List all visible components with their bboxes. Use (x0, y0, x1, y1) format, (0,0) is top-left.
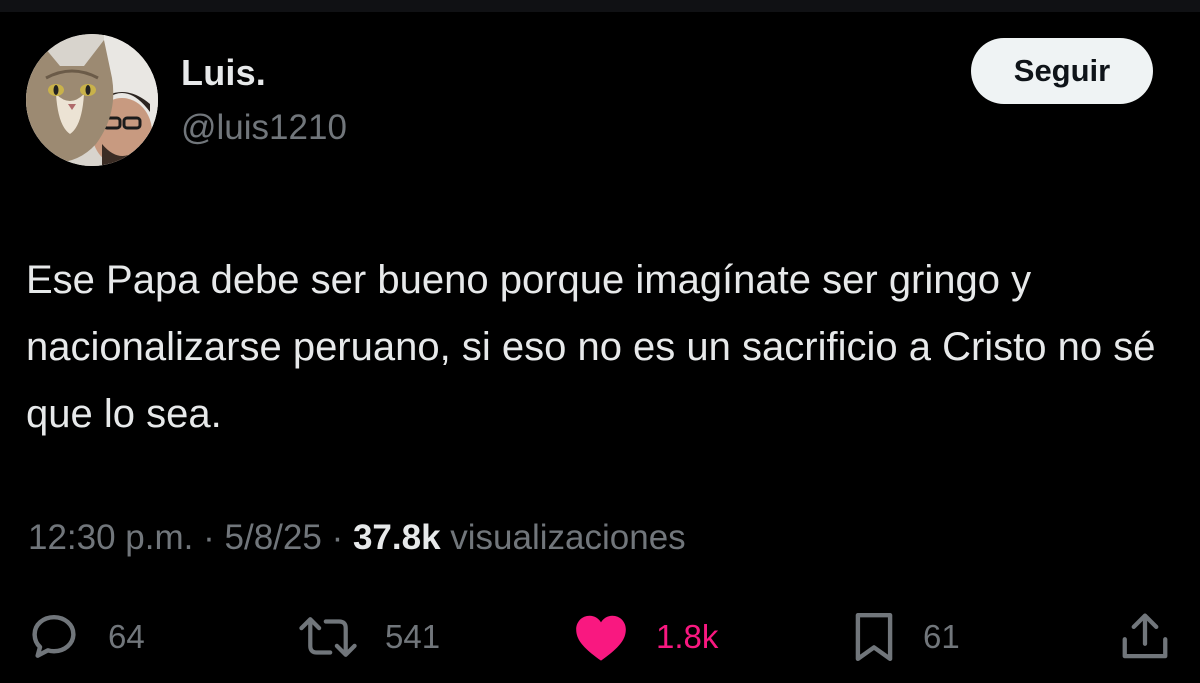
heart-icon (576, 615, 626, 661)
follow-button[interactable]: Seguir (971, 38, 1153, 104)
reply-button[interactable]: 64 (26, 605, 145, 669)
tweet-text: Ese Papa debe ser bueno porque imagínate… (26, 258, 1156, 436)
tweet-date[interactable]: 5/8/25 (225, 518, 322, 557)
tweet-time[interactable]: 12:30 p.m. (28, 518, 193, 557)
profile-photo-icon (26, 34, 158, 166)
share-icon (1122, 613, 1168, 659)
bookmark-count: 61 (923, 618, 960, 655)
reply-count: 64 (108, 618, 145, 655)
repost-count: 541 (385, 618, 441, 655)
repost-icon (299, 617, 357, 657)
display-name[interactable]: Luis. (181, 52, 266, 94)
meta-separator: · (203, 518, 215, 557)
tweet-meta: 12:30 p.m. · 5/8/25 · 37.8k visualizacio… (28, 518, 686, 558)
reply-icon (32, 614, 76, 658)
action-bar: 64 541 1.8k 61 (0, 605, 1200, 669)
bookmark-button[interactable]: 61 (851, 605, 960, 669)
like-button[interactable]: 1.8k (572, 605, 718, 669)
views-label: visualizaciones (450, 518, 686, 557)
views-count: 37.8k (352, 518, 441, 557)
user-handle[interactable]: @luis1210 (181, 108, 347, 148)
top-edge-strip (0, 0, 1200, 12)
meta-separator: · (331, 518, 344, 557)
like-count: 1.8k (656, 618, 719, 655)
bookmark-icon (855, 612, 893, 662)
share-button[interactable] (1118, 605, 1172, 669)
repost-button[interactable]: 541 (297, 605, 440, 669)
avatar[interactable] (26, 34, 158, 166)
